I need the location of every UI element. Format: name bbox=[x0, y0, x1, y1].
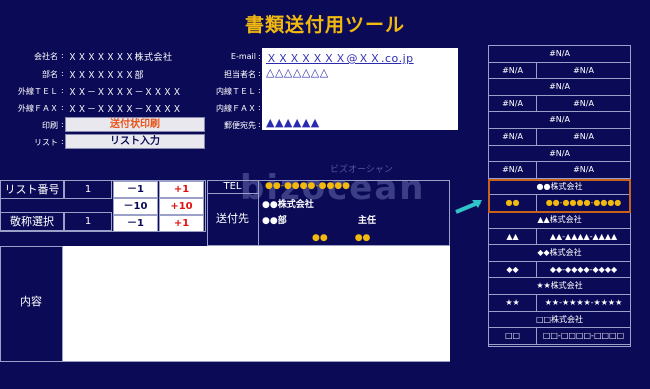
dept-label: 部名 bbox=[42, 70, 58, 79]
minus10-button[interactable]: －10 bbox=[113, 198, 158, 215]
content-input[interactable] bbox=[63, 246, 450, 361]
company-value: ＸＸＸＸＸＸＸ株式会社 bbox=[68, 53, 173, 63]
dest-company: ●●株式会社 bbox=[262, 200, 314, 210]
email-label: E-mail bbox=[230, 52, 256, 61]
watermark-kana: ビズオーシャン bbox=[330, 165, 393, 175]
list-row[interactable]: □□株式会社 bbox=[489, 312, 630, 329]
dest-tel-label: TEL bbox=[207, 180, 259, 194]
print-button[interactable]: 送付状印刷 bbox=[65, 117, 205, 132]
dest-title: 主任 bbox=[358, 216, 377, 226]
arrow-icon bbox=[455, 200, 482, 214]
fax-value: ＸＸ－ＸＸＸＸ－ＸＸＸＸ bbox=[68, 105, 183, 115]
tel-label: 外線ＴＥＬ bbox=[18, 87, 58, 96]
selected-row-highlight bbox=[488, 179, 631, 213]
minus1-button[interactable]: －1 bbox=[113, 181, 158, 198]
list-row-code: #N/A bbox=[489, 162, 537, 178]
print-label: 印刷 bbox=[42, 121, 58, 130]
colon: : bbox=[61, 103, 64, 112]
list-row-tel: ★★-★★★★-★★★★ bbox=[544, 298, 623, 307]
list-row[interactable]: ▲▲ ▲▲-▲▲▲▲-▲▲▲▲ bbox=[489, 228, 630, 246]
colon: : bbox=[61, 51, 64, 60]
list-row-code: #N/A bbox=[489, 62, 537, 79]
ext-fax-label: 内線ＦＡＸ bbox=[216, 104, 256, 113]
list-row[interactable]: #N/A bbox=[489, 79, 630, 96]
list-row-tel: #N/A bbox=[573, 165, 594, 175]
colon: : bbox=[61, 137, 64, 146]
email-value[interactable]: ＸＸＸＸＸＸＸ@ＸＸ.co.jp bbox=[266, 50, 414, 66]
list-row-tel: #N/A bbox=[573, 65, 594, 75]
colon: : bbox=[61, 120, 64, 129]
list-row-code: ▲▲ bbox=[489, 228, 537, 245]
list-row-code: #N/A bbox=[489, 129, 537, 145]
list-row-code: □□ bbox=[489, 328, 537, 344]
dest-name: ●● ●● bbox=[312, 233, 371, 243]
list-label: リスト bbox=[34, 138, 58, 147]
ext-tel-label: 内線ＴＥＬ bbox=[216, 87, 256, 96]
list-no-value[interactable]: 1 bbox=[64, 180, 112, 199]
company-label: 会社名 bbox=[34, 52, 58, 61]
page-title: 書類送付用ツール bbox=[244, 14, 405, 36]
list-row[interactable]: #N/A bbox=[489, 146, 630, 163]
plus1b-button[interactable]: +1 bbox=[159, 215, 204, 232]
sender-info-box[interactable]: ＸＸＸＸＸＸＸ@ＸＸ.co.jp △△△△△△△ ▲▲▲▲▲▲ bbox=[262, 48, 458, 130]
colon: : bbox=[258, 120, 261, 129]
minus1b-button[interactable]: －1 bbox=[113, 215, 158, 232]
plus10-button[interactable]: +10 bbox=[159, 198, 204, 215]
list-row[interactable]: ★★ ★★-★★★★-★★★★ bbox=[489, 295, 630, 312]
dest-label: 送付先 bbox=[207, 194, 259, 246]
list-row[interactable]: ◆◆ ◆◆-◆◆◆◆-◆◆◆◆ bbox=[489, 261, 630, 279]
honorific-label: 敬称選択 bbox=[0, 212, 64, 231]
list-row[interactable]: #N/A #N/A bbox=[489, 95, 630, 113]
colon: : bbox=[258, 69, 261, 78]
list-row[interactable]: ▲▲株式会社 bbox=[489, 212, 630, 229]
dept-value: ＸＸＸＸＸＸＸ部 bbox=[68, 71, 145, 81]
colon: : bbox=[258, 52, 261, 61]
list-row-code: ★★ bbox=[489, 295, 537, 311]
list-row-code: ◆◆ bbox=[489, 261, 537, 278]
list-row[interactable]: #N/A #N/A bbox=[489, 129, 630, 146]
list-row[interactable]: #N/A #N/A bbox=[489, 162, 630, 179]
stamp-value: ▲▲▲▲▲▲ bbox=[266, 116, 320, 129]
colon: : bbox=[258, 103, 261, 112]
list-row[interactable]: ★★株式会社 bbox=[489, 278, 630, 295]
list-row-tel: #N/A bbox=[573, 132, 594, 141]
list-no-label: リスト番号 bbox=[0, 180, 64, 199]
list-row[interactable]: ◆◆株式会社 bbox=[489, 245, 630, 262]
list-row-tel: ◆◆-◆◆◆◆-◆◆◆◆ bbox=[549, 264, 618, 274]
content-label: 内容 bbox=[0, 246, 63, 362]
list-input-button[interactable]: リスト入力 bbox=[65, 134, 205, 149]
plus1-button[interactable]: +1 bbox=[159, 181, 204, 198]
list-row[interactable]: □□ □□-□□□□-□□□□ bbox=[489, 328, 630, 345]
list-row-code: #N/A bbox=[489, 95, 537, 112]
colon: : bbox=[61, 69, 64, 78]
list-row[interactable]: #N/A bbox=[489, 46, 630, 63]
dest-tel-value: ●●-●●●●-●●●● bbox=[265, 181, 351, 191]
tel-value: ＸＸ－ＸＸＸＸ－ＸＸＸＸ bbox=[68, 88, 183, 98]
colon: : bbox=[61, 86, 64, 95]
fax-label: 外線ＦＡＸ bbox=[18, 104, 58, 113]
list-row-tel: □□-□□□□-□□□□ bbox=[542, 331, 625, 341]
person-label: 担当者名 bbox=[224, 70, 256, 79]
person-value: △△△△△△△ bbox=[266, 66, 329, 79]
honorific-value[interactable]: 1 bbox=[64, 212, 112, 231]
stamp-label: 郵便宛先 bbox=[224, 121, 256, 130]
dest-dept: ●●部 bbox=[262, 216, 287, 226]
colon: : bbox=[258, 86, 261, 95]
list-row-tel: ▲▲-▲▲▲▲-▲▲▲▲ bbox=[549, 231, 618, 241]
list-row[interactable]: #N/A #N/A bbox=[489, 62, 630, 80]
list-row-tel: #N/A bbox=[573, 98, 594, 108]
list-row[interactable]: #N/A bbox=[489, 112, 630, 129]
